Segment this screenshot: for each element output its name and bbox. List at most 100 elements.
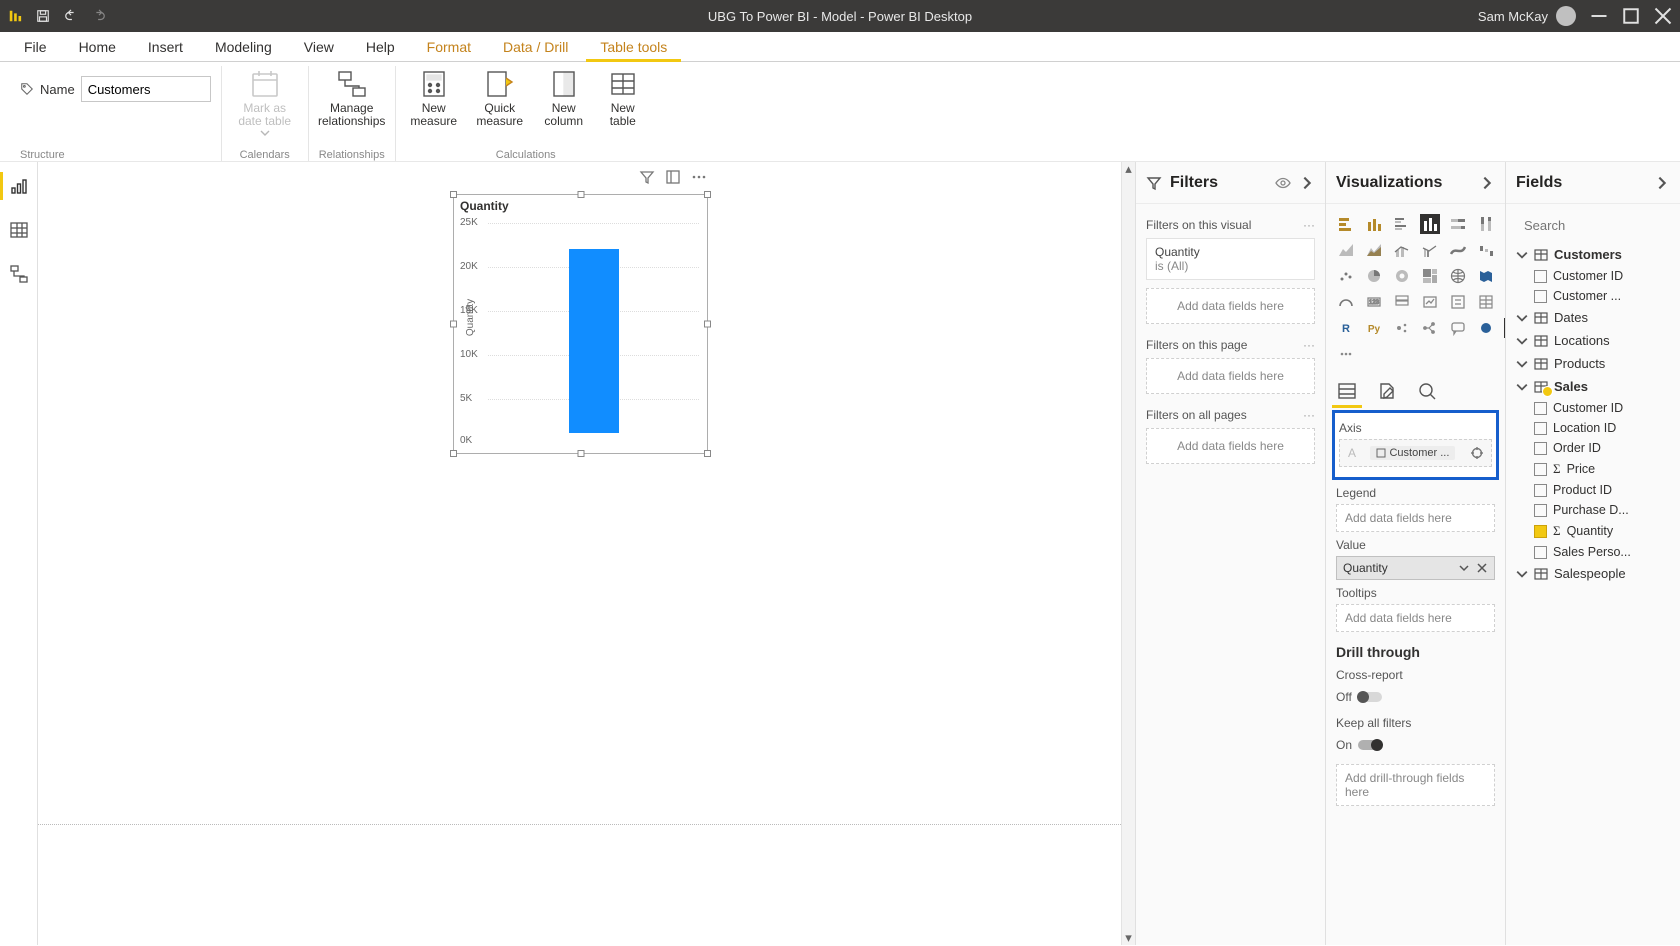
field-sales-order-id[interactable]: Order ID <box>1516 438 1670 458</box>
resize-handle[interactable] <box>704 450 711 457</box>
viz-ribbon-icon[interactable] <box>1448 240 1468 260</box>
table-locations[interactable]: Locations <box>1516 329 1670 352</box>
viz-more-icon[interactable] <box>1336 344 1356 364</box>
visual-column-chart[interactable]: Quantity Quantity 25K 20K 15K 10K 5K 0K <box>453 194 708 454</box>
viz-paginated-icon[interactable] <box>1476 318 1496 338</box>
new-column-button[interactable]: New column <box>538 66 590 128</box>
more-icon[interactable]: ··· <box>1303 218 1315 232</box>
filters-visual-dropwell[interactable]: Add data fields here <box>1146 288 1315 324</box>
table-name-input[interactable] <box>81 76 211 102</box>
manage-relationships-button[interactable]: Manage relationships <box>319 66 385 128</box>
close-icon[interactable] <box>1654 7 1672 25</box>
more-icon[interactable]: ··· <box>1303 408 1315 422</box>
table-sales[interactable]: Sales <box>1516 375 1670 398</box>
fields-tab-icon[interactable] <box>1336 380 1358 402</box>
remove-icon[interactable] <box>1476 562 1488 574</box>
viz-filled-map-icon[interactable] <box>1476 266 1496 286</box>
collapse-right-icon[interactable] <box>1654 175 1670 191</box>
field-customers-customer-name[interactable]: Customer ... <box>1516 286 1670 306</box>
viz-pie-icon[interactable] <box>1364 266 1384 286</box>
tab-modeling[interactable]: Modeling <box>201 33 286 61</box>
viz-stacked-area-icon[interactable] <box>1364 240 1384 260</box>
field-sales-product-id[interactable]: Product ID <box>1516 480 1670 500</box>
field-sales-customer-id[interactable]: Customer ID <box>1516 398 1670 418</box>
legend-well[interactable]: Add data fields here <box>1336 504 1495 532</box>
drill-through-well[interactable]: Add drill-through fields here <box>1336 764 1495 806</box>
field-sales-salesperson[interactable]: Sales Perso... <box>1516 542 1670 562</box>
viz-kpi-icon[interactable] <box>1420 292 1440 312</box>
checkbox[interactable] <box>1534 484 1547 497</box>
scroll-up-icon[interactable]: ▴ <box>1122 162 1135 176</box>
data-view-button[interactable] <box>9 220 29 240</box>
viz-line-stacked-column-icon[interactable] <box>1392 240 1412 260</box>
model-view-button[interactable] <box>9 264 29 284</box>
viz-stacked-column-icon[interactable] <box>1364 214 1384 234</box>
tooltips-well[interactable]: Add data fields here <box>1336 604 1495 632</box>
table-products[interactable]: Products <box>1516 352 1670 375</box>
field-customers-customer-id[interactable]: Customer ID <box>1516 266 1670 286</box>
field-sales-purchase-date[interactable]: Purchase D... <box>1516 500 1670 520</box>
report-canvas[interactable]: Quantity Quantity 25K 20K 15K 10K 5K 0K <box>38 162 1135 945</box>
table-dates[interactable]: Dates <box>1516 306 1670 329</box>
undo-icon[interactable] <box>64 9 78 23</box>
viz-scatter-icon[interactable] <box>1336 266 1356 286</box>
viz-python-icon[interactable]: Py <box>1364 318 1384 338</box>
table-customers[interactable]: Customers <box>1516 243 1670 266</box>
table-salespeople[interactable]: Salespeople <box>1516 562 1670 585</box>
resize-handle[interactable] <box>577 191 584 198</box>
filters-page-dropwell[interactable]: Add data fields here <box>1146 358 1315 394</box>
report-view-button[interactable] <box>9 176 29 196</box>
viz-card-icon[interactable]: 123 <box>1364 292 1384 312</box>
viz-decomposition-tree-icon[interactable] <box>1420 318 1440 338</box>
axis-well[interactable]: A Customer ... <box>1339 439 1492 467</box>
save-icon[interactable] <box>36 9 50 23</box>
viz-line-clustered-column-icon[interactable] <box>1420 240 1440 260</box>
minimize-icon[interactable] <box>1590 7 1608 25</box>
viz-100-stacked-bar-icon[interactable] <box>1448 214 1468 234</box>
checkbox[interactable] <box>1534 525 1547 538</box>
checkbox[interactable] <box>1534 546 1547 559</box>
viz-area-icon[interactable] <box>1336 240 1356 260</box>
tab-view[interactable]: View <box>290 33 348 61</box>
field-sales-quantity[interactable]: ΣQuantity <box>1516 520 1670 542</box>
more-options-icon[interactable] <box>691 169 707 185</box>
search-input[interactable] <box>1524 218 1680 233</box>
cross-report-toggle[interactable]: Off <box>1336 690 1382 704</box>
checkbox[interactable] <box>1534 290 1547 303</box>
viz-clustered-bar-icon[interactable] <box>1392 214 1412 234</box>
resize-handle[interactable] <box>450 450 457 457</box>
more-icon[interactable]: ··· <box>1303 338 1315 352</box>
resize-handle[interactable] <box>577 450 584 457</box>
collapse-right-icon[interactable] <box>1479 175 1495 191</box>
tab-file[interactable]: File <box>10 33 61 61</box>
eye-icon[interactable] <box>1275 175 1291 191</box>
viz-table-icon[interactable] <box>1476 292 1496 312</box>
checkbox[interactable] <box>1534 442 1547 455</box>
viz-stacked-bar-icon[interactable] <box>1336 214 1356 234</box>
viz-clustered-column-icon[interactable] <box>1420 214 1440 234</box>
fields-search[interactable] <box>1516 212 1670 243</box>
drag-chip-customer[interactable]: Customer ... <box>1370 446 1455 460</box>
value-well-item[interactable]: Quantity <box>1336 556 1495 580</box>
filters-all-dropwell[interactable]: Add data fields here <box>1146 428 1315 464</box>
user-account[interactable]: Sam McKay <box>1478 6 1576 26</box>
viz-gauge-icon[interactable] <box>1336 292 1356 312</box>
format-tab-icon[interactable] <box>1376 380 1398 402</box>
tab-data-drill[interactable]: Data / Drill <box>489 33 582 61</box>
maximize-icon[interactable] <box>1622 7 1640 25</box>
redo-icon[interactable] <box>92 9 106 23</box>
filter-card-quantity[interactable]: Quantity is (All) <box>1146 238 1315 280</box>
viz-qa-icon[interactable] <box>1448 318 1468 338</box>
checkbox[interactable] <box>1534 463 1547 476</box>
tab-home[interactable]: Home <box>65 33 130 61</box>
checkbox[interactable] <box>1534 422 1547 435</box>
quick-measure-button[interactable]: Quick measure <box>472 66 528 128</box>
new-measure-button[interactable]: New measure <box>406 66 462 128</box>
resize-handle[interactable] <box>704 191 711 198</box>
focus-mode-icon[interactable] <box>665 169 681 185</box>
field-sales-price[interactable]: ΣPrice <box>1516 458 1670 480</box>
viz-waterfall-icon[interactable] <box>1476 240 1496 260</box>
analytics-tab-icon[interactable] <box>1416 380 1438 402</box>
tab-help[interactable]: Help <box>352 33 409 61</box>
keep-all-filters-toggle[interactable]: On <box>1336 738 1382 752</box>
